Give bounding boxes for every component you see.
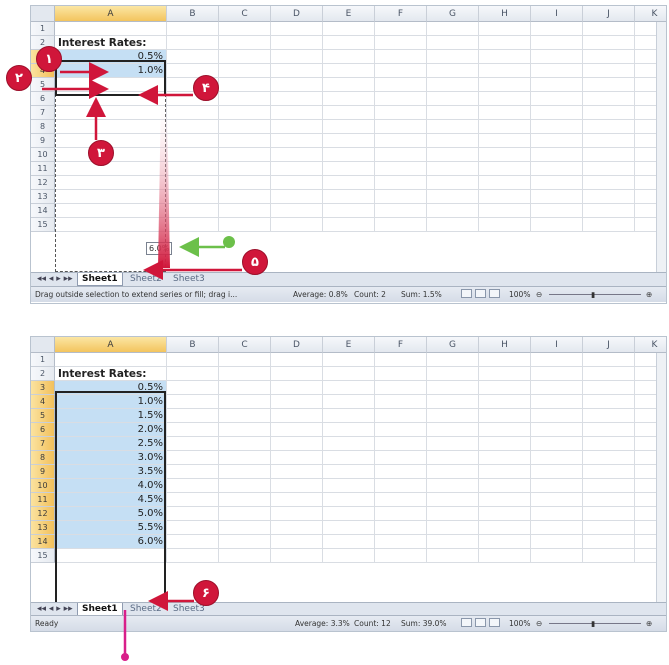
callout-2: ٢	[6, 65, 32, 91]
callout-6: ۶	[193, 580, 219, 606]
drag-direction-indicator	[158, 95, 170, 268]
callout-5: ۵	[242, 249, 268, 275]
callout-3: ٣	[88, 140, 114, 166]
pointer-dot	[121, 653, 129, 661]
annotation-arrows	[42, 62, 242, 661]
callout-4: ۴	[193, 75, 219, 101]
callout-1: ١	[36, 46, 62, 72]
tooltip-pointer-dot	[223, 236, 235, 248]
